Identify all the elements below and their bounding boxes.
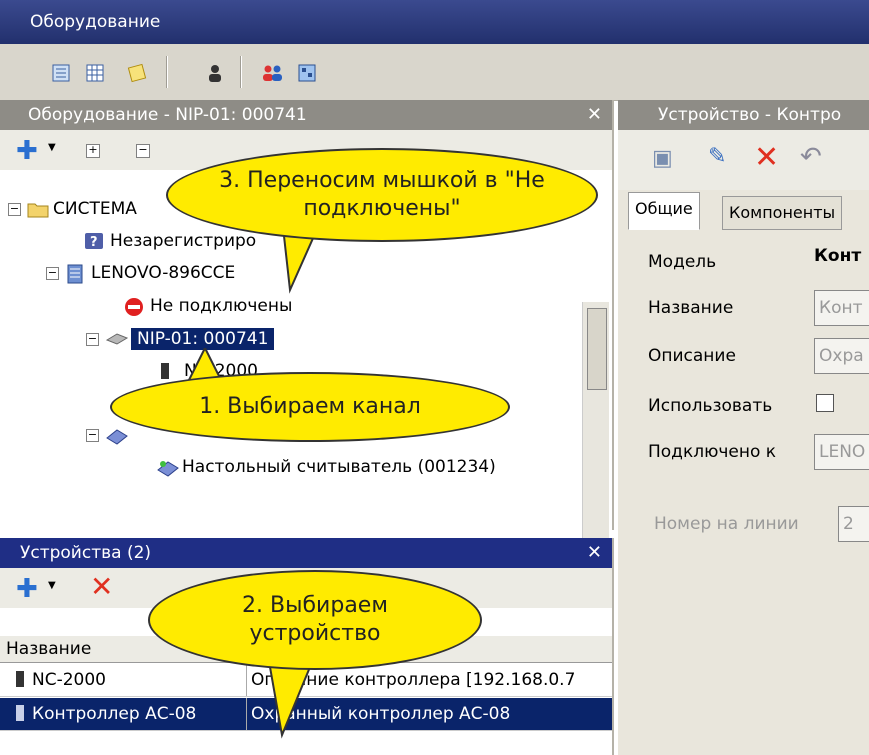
note-icon[interactable] bbox=[122, 58, 152, 88]
expand-all-icon[interactable]: + bbox=[86, 144, 100, 158]
description-label: Описание bbox=[648, 346, 736, 366]
controller-icon bbox=[158, 362, 178, 380]
collapse-all-icon[interactable]: − bbox=[136, 144, 150, 158]
user-icon[interactable] bbox=[200, 58, 230, 88]
properties-toolbar: ▣ ✎ ✕ ↶ bbox=[618, 130, 869, 190]
scrollbar-thumb[interactable] bbox=[587, 308, 607, 390]
devices-panel-title: Устройства (2) bbox=[20, 543, 152, 563]
tree-item-parent-device[interactable]: − bbox=[86, 422, 131, 448]
channel-device-icon bbox=[105, 330, 129, 348]
callout-step1: 1. Выбираем канал bbox=[110, 372, 510, 442]
callout-step3: 3. Переносим мышкой в "Не подключены" bbox=[166, 148, 598, 242]
chevron-down-icon[interactable]: ▼ bbox=[48, 580, 56, 591]
reader-icon bbox=[156, 458, 179, 477]
collapse-icon[interactable]: − bbox=[86, 332, 99, 346]
collapse-icon[interactable]: − bbox=[46, 266, 59, 280]
help-icon: ? bbox=[84, 232, 104, 250]
map-icon[interactable] bbox=[292, 58, 322, 88]
description-field[interactable]: Охра bbox=[814, 338, 869, 374]
cell-name: Контроллер АС-08 bbox=[32, 704, 197, 724]
tree-view-icon[interactable] bbox=[46, 58, 76, 88]
tree-item-label: Настольный считыватель (001234) bbox=[182, 457, 496, 477]
chevron-down-icon[interactable]: ▼ bbox=[48, 142, 56, 153]
tree-item-label: LENOVO-896CCE bbox=[91, 263, 236, 283]
properties-panel-title-bar: Устройство - Контро bbox=[618, 100, 869, 130]
collapse-icon[interactable]: − bbox=[8, 202, 21, 216]
tree-item-unregistered[interactable]: ? Незарегистриро bbox=[84, 228, 256, 254]
name-field[interactable]: Конт bbox=[814, 290, 869, 326]
callout-step2-text: 2. Выбираем устройство bbox=[242, 593, 388, 646]
undo-icon[interactable]: ↶ bbox=[800, 142, 822, 172]
tree-item-desktop-reader[interactable]: Настольный считыватель (001234) bbox=[156, 454, 496, 480]
properties-tabs: Общие Компоненты bbox=[618, 192, 869, 232]
connected-to-label: Подключено к bbox=[648, 442, 777, 462]
server-icon bbox=[65, 264, 85, 284]
delete-icon[interactable]: ✕ bbox=[90, 570, 113, 603]
line-number-label: Номер на линии bbox=[654, 514, 799, 534]
svg-text:?: ? bbox=[90, 235, 98, 250]
delete-icon[interactable]: ✕ bbox=[754, 140, 779, 175]
tree-item-label: NIP-01: 000741 bbox=[131, 328, 275, 350]
no-entry-icon bbox=[124, 297, 144, 316]
save-icon[interactable]: ▣ bbox=[652, 146, 673, 171]
device-icon bbox=[105, 426, 128, 445]
tree-panel-title: Оборудование - NIP-01: 000741 bbox=[28, 105, 307, 125]
tree-item-not-connected[interactable]: Не подключены bbox=[124, 293, 292, 319]
close-icon[interactable]: ✕ bbox=[587, 100, 602, 130]
tree-panel-title-bar: Оборудование - NIP-01: 000741 ✕ bbox=[0, 100, 612, 130]
callout-step1-text: 1. Выбираем канал bbox=[199, 394, 421, 419]
device-properties-panel: Устройство - Контро ▣ ✎ ✕ ↶ Общие Компон… bbox=[618, 100, 869, 755]
main-window-title: Оборудование bbox=[30, 12, 161, 32]
add-icon[interactable]: ✚ bbox=[16, 136, 38, 166]
tree-item-label: СИСТЕМА bbox=[53, 199, 137, 219]
collapse-icon[interactable]: − bbox=[86, 428, 99, 442]
name-label: Название bbox=[648, 298, 734, 318]
close-icon[interactable]: ✕ bbox=[587, 538, 602, 568]
users-icon[interactable] bbox=[258, 58, 288, 88]
devices-panel-title-bar: Устройства (2) ✕ bbox=[0, 538, 612, 568]
connected-to-field[interactable]: LENO bbox=[814, 434, 869, 470]
grid-icon[interactable] bbox=[80, 58, 110, 88]
tree-item-label: Незарегистриро bbox=[110, 231, 257, 251]
line-number-field[interactable]: 2 bbox=[838, 506, 869, 542]
use-checkbox[interactable] bbox=[816, 394, 834, 412]
properties-panel-title: Устройство - Контро bbox=[658, 105, 842, 125]
main-toolbar bbox=[0, 44, 869, 101]
tree-item-lenovo[interactable]: − LENOVO-896CCE bbox=[46, 260, 235, 286]
cell-name: NC-2000 bbox=[32, 670, 106, 690]
main-window-title-bar: Оборудование bbox=[0, 0, 869, 44]
controller-icon bbox=[16, 671, 24, 687]
callout-step2: 2. Выбираем устройство bbox=[148, 570, 482, 670]
model-label: Модель bbox=[648, 252, 717, 272]
edit-icon[interactable]: ✎ bbox=[708, 144, 726, 169]
model-value: Конт bbox=[814, 246, 862, 266]
folder-icon bbox=[27, 200, 49, 218]
callout-step3-text: 3. Переносим мышкой в "Не подключены" bbox=[219, 168, 545, 221]
tree-item-system[interactable]: − СИСТЕМА bbox=[8, 196, 137, 222]
controller-icon bbox=[16, 705, 24, 721]
tab-components[interactable]: Компоненты bbox=[722, 196, 843, 230]
tab-general[interactable]: Общие bbox=[628, 192, 700, 230]
add-icon[interactable]: ✚ bbox=[16, 574, 38, 604]
use-label: Использовать bbox=[648, 396, 773, 416]
